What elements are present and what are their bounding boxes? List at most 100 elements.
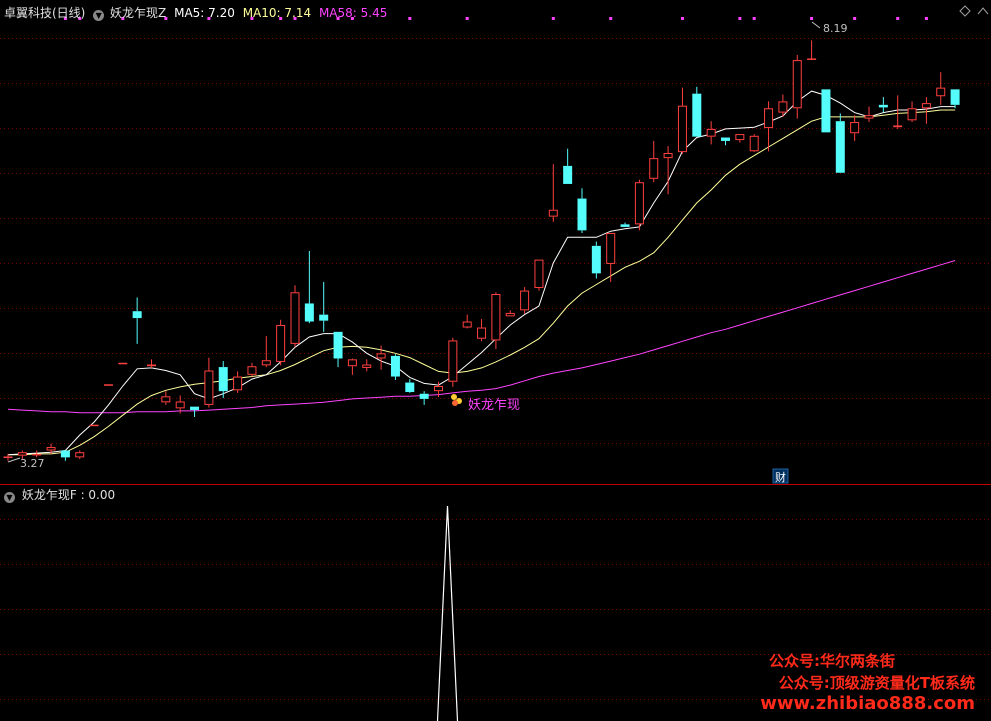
top-dot	[924, 17, 928, 20]
candle-body	[204, 370, 214, 405]
candle-body	[190, 406, 200, 411]
candle-body	[878, 104, 888, 108]
candle-body	[893, 125, 903, 128]
candle-body	[677, 105, 687, 153]
ma5-label: MA5: 7.20	[174, 6, 235, 20]
signal-marker	[451, 394, 462, 406]
candle-body	[491, 294, 501, 341]
candle-body	[405, 382, 415, 393]
candle-body	[864, 115, 874, 119]
candle-body	[290, 292, 300, 344]
candle-body	[936, 87, 946, 97]
ma58-label: MA58: 5.45	[318, 6, 388, 20]
candle-body	[60, 450, 70, 458]
candle-body	[620, 224, 630, 227]
candle-body	[663, 152, 673, 159]
top-dot	[609, 17, 613, 20]
sub-indicator-line	[436, 505, 459, 721]
candle-body	[103, 384, 113, 386]
candle-body	[233, 376, 243, 391]
kline-chart: 妖龙乍现 8.19 3.27 财	[0, 5, 991, 721]
candle-body	[563, 165, 573, 184]
candle-body	[477, 327, 487, 339]
candle-body	[548, 209, 558, 217]
candle-body	[75, 452, 85, 458]
candle-body	[692, 93, 702, 137]
candle-body	[276, 324, 286, 362]
candle-body	[634, 182, 644, 225]
candle-body	[462, 321, 472, 328]
sub-indicator-value: : 0.00	[80, 488, 116, 502]
sub-header: ▼ 妖龙乍现F : 0.00	[4, 486, 115, 503]
candle-body	[419, 393, 429, 399]
sub-toggle-icon[interactable]: ▼	[4, 492, 15, 503]
candle-body	[821, 89, 831, 133]
watermark-line3: www.zhibiao888.com	[760, 693, 975, 714]
candle-body	[749, 135, 759, 152]
candle-body	[261, 360, 271, 366]
top-dot	[408, 17, 412, 20]
candle-body	[534, 259, 544, 288]
candle-body	[376, 353, 386, 359]
candle-body	[147, 364, 156, 367]
candle-body	[46, 447, 56, 451]
candle-body	[161, 396, 171, 403]
sub-spike	[436, 505, 459, 721]
candle-body	[132, 311, 142, 319]
candle-body	[850, 122, 860, 134]
candle-body	[218, 367, 228, 392]
candle-body	[448, 340, 458, 382]
candle-body	[577, 198, 587, 231]
candle-body	[3, 456, 13, 459]
candle-body	[792, 60, 802, 109]
candle-body	[721, 137, 730, 141]
candle-body	[333, 331, 343, 359]
cai-badge-text: 财	[775, 470, 786, 484]
low-arrow-icon	[7, 457, 21, 463]
candle-body	[778, 101, 788, 113]
watermark-line2: 公众号:顶级游资量化T板系统	[778, 674, 975, 692]
top-dot	[680, 17, 684, 20]
candle-body	[434, 386, 443, 392]
top-dot	[551, 17, 555, 20]
watermark-line1: 公众号:华尔两条街	[769, 652, 895, 670]
candle-body	[118, 362, 128, 365]
candle-body	[247, 366, 257, 375]
high-arrow-icon	[811, 21, 821, 29]
candle-body	[950, 89, 960, 105]
candle-body	[505, 312, 515, 317]
candle-body	[921, 103, 931, 109]
sub-indicator-name[interactable]: 妖龙乍现F	[22, 488, 77, 502]
candle-body	[520, 290, 530, 311]
main-header: 卓翼科技(日线) ▼ 妖龙乍现Z MA5: 7.20 MA10: 7.14 MA…	[4, 4, 387, 21]
candle-body	[764, 108, 774, 129]
collapse-icon[interactable]	[977, 7, 989, 15]
candle-body	[649, 158, 659, 179]
indicator-toggle-icon[interactable]: ▼	[93, 10, 105, 21]
candle-body	[89, 424, 99, 427]
candle-body	[606, 232, 616, 264]
stock-title: 卓翼科技(日线)	[4, 6, 86, 20]
candle-body	[706, 128, 716, 137]
candle-body	[32, 453, 42, 456]
high-label: 8.19	[823, 22, 848, 35]
top-dot	[896, 17, 900, 20]
candle-body	[304, 303, 314, 322]
top-dot	[752, 17, 756, 20]
candle-body	[319, 314, 329, 321]
candle-body	[735, 134, 745, 141]
candle-body	[907, 108, 917, 121]
top-dot	[810, 17, 814, 20]
candle-body	[835, 121, 845, 173]
candle-body	[347, 359, 357, 367]
indicator-name[interactable]: 妖龙乍现Z	[110, 6, 166, 20]
candle-body	[362, 364, 372, 368]
candle-body	[175, 401, 185, 409]
candle-body	[591, 245, 601, 274]
candle-body	[390, 355, 400, 377]
low-label: 3.27	[20, 457, 45, 470]
diamond-icon[interactable]	[959, 5, 971, 17]
top-dot	[853, 17, 857, 20]
top-dot	[738, 17, 742, 20]
top-dot	[465, 17, 469, 20]
